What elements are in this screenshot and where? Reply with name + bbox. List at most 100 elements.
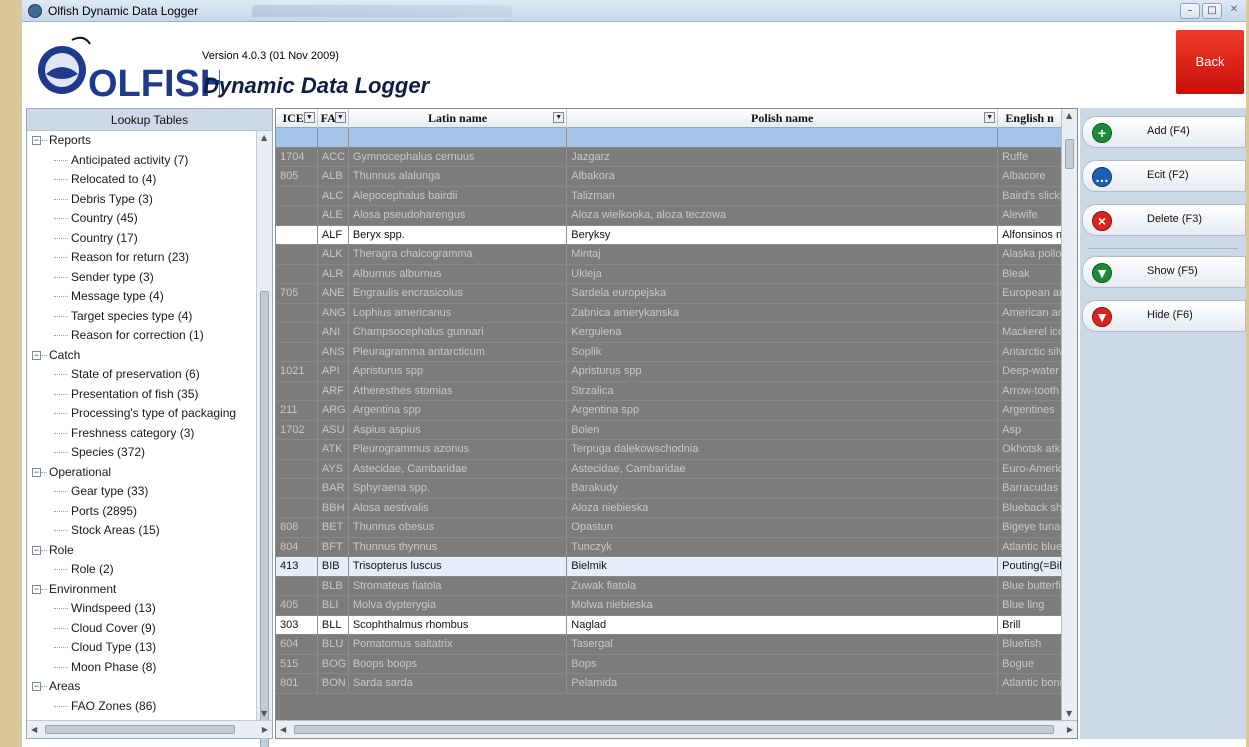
table-row[interactable]: 211 ARG Argentina spp Argentina spp Argentin… — [276, 401, 1061, 421]
show-button[interactable]: ▼ Show (F5) — [1082, 256, 1246, 288]
filter-dropdown-icon[interactable]: ▼ — [303, 112, 315, 123]
scroll-right-icon[interactable]: ▶ — [1067, 725, 1073, 734]
table-row[interactable]: ARF Atheresthes stomias Strzalica Arrow-too… — [276, 381, 1061, 401]
close-icon[interactable]: ✕ — [1224, 3, 1244, 19]
tree-item[interactable]: Relocated to (4) — [27, 170, 256, 190]
tree-group-environment[interactable]: − Environment — [27, 580, 256, 600]
tree-vscroll-thumb[interactable] — [260, 291, 269, 747]
table-row[interactable]: AYS Astecidae, Cambaridae Astecidae, Camba… — [276, 459, 1061, 479]
tree-item[interactable]: FAO Zones (86) — [27, 697, 256, 717]
table-row[interactable]: 515 BOG Boops boops Bops Bogue — [276, 654, 1061, 674]
tree-item[interactable]: Moon Phase (8) — [27, 658, 256, 678]
table-row[interactable]: 705 ANE Engraulis encrasicolus Sardela euro… — [276, 284, 1061, 304]
table-row[interactable]: ALK Theragra chalcogramma Mintaj Alaska pol… — [276, 245, 1061, 265]
tree-item[interactable]: Role (2) — [27, 560, 256, 580]
scroll-left-icon[interactable]: ◀ — [280, 725, 286, 734]
table-row[interactable]: ATK Pleurogrammus azonus Terpuga dalekowsc… — [276, 440, 1061, 460]
table-row[interactable]: ANG Lophius americanus Zabnica amerykanska… — [276, 303, 1061, 323]
table-row[interactable]: 1021 API Apristurus spp Apristurus spp Deep-… — [276, 362, 1061, 382]
table-row[interactable]: BLB Stromateus fiatola Zuwak fiatola Blue b… — [276, 576, 1061, 596]
scroll-left-icon[interactable]: ◀ — [31, 725, 37, 734]
tree-item[interactable]: Processing's type of packaging — [27, 404, 256, 424]
tree-vertical-scrollbar[interactable]: ▲ ▼ — [256, 131, 272, 747]
tree-item[interactable]: Anticipated activity (7) — [27, 151, 256, 171]
tree-item[interactable]: Country (45) — [27, 209, 256, 229]
tree-group-role[interactable]: − Role — [27, 541, 256, 561]
table-row[interactable]: ANI Champsocephalus gunnari Kergulena Macke… — [276, 323, 1061, 343]
scroll-down-icon[interactable]: ▼ — [261, 709, 267, 718]
tree-item[interactable]: Windspeed (13) — [27, 599, 256, 619]
filter-dropdown-icon[interactable]: ▼ — [984, 112, 996, 123]
tree-item[interactable]: Reason for correction (1) — [27, 326, 256, 346]
delete-button[interactable]: × Delete (F3) — [1082, 204, 1246, 236]
table-row[interactable]: BARSphyraena spp.BarakudyBarracudas nei — [276, 479, 1061, 499]
scroll-up-icon[interactable]: ▲ — [1066, 111, 1072, 120]
table-row[interactable]: BBH Alosa aestivalis Aloza niebieska Blueba… — [276, 498, 1061, 518]
back-button[interactable]: Back — [1176, 30, 1244, 94]
tree-item[interactable]: Cloud Type (13) — [27, 638, 256, 658]
table-row[interactable]: 303 BLL Scophthalmus rhombus Naglad Brill — [276, 615, 1061, 635]
table-row[interactable]: 804 BFT Thunnus thynnus Tunczyk Atlantic blu… — [276, 537, 1061, 557]
collapse-icon[interactable]: − — [32, 545, 41, 555]
table-row[interactable]: ALR Alburnus alburnus Ukleja Bleak — [276, 264, 1061, 284]
tree-hscroll-thumb[interactable] — [45, 725, 235, 734]
table-row[interactable]: 1704 ACC Gymnocephalus cernuus Jazgarz Ruffe — [276, 147, 1061, 167]
collapse-icon[interactable]: − — [32, 584, 41, 594]
collapse-icon[interactable]: − — [32, 350, 41, 360]
scroll-up-icon[interactable]: ▲ — [261, 133, 267, 142]
tree-item[interactable]: Country (17) — [27, 229, 256, 249]
column-header-ices[interactable]: ICES ▼ — [276, 109, 318, 128]
tree-group-areas[interactable]: − Areas — [27, 677, 256, 697]
table-row[interactable]: 801BONSarda sardaPelamidaAtlantic bonito — [276, 674, 1061, 694]
table-row[interactable]: ALFBeryx spp.BeryksyAlfonsinos nei — [276, 225, 1061, 245]
filter-dropdown-icon[interactable]: ▼ — [334, 112, 346, 123]
collapse-icon[interactable]: − — [32, 682, 41, 691]
tree-item[interactable]: Species (372) — [27, 443, 256, 463]
table-row[interactable]: 405 BLI Molva dypterygia Molwa niebieska Blu… — [276, 596, 1061, 616]
grid-vertical-scrollbar[interactable]: ▲ ▼ — [1061, 109, 1077, 720]
minimize-icon[interactable]: – — [1180, 3, 1200, 19]
column-header-english[interactable]: English n — [998, 109, 1061, 128]
tree-item[interactable]: Debris Type (3) — [27, 190, 256, 210]
scroll-down-icon[interactable]: ▼ — [1066, 709, 1072, 718]
scroll-right-icon[interactable]: ▶ — [262, 725, 268, 734]
table-row[interactable]: 1702 ASU Aspius aspius Bolen Asp — [276, 420, 1061, 440]
tree-item[interactable]: Freshness category (3) — [27, 424, 256, 444]
add-button[interactable]: + Add (F4) — [1082, 116, 1246, 148]
ecit-button[interactable]: … Ecit (F2) — [1082, 160, 1246, 192]
hide-button[interactable]: ▼ Hide (F6) — [1082, 300, 1246, 332]
table-row[interactable]: ANS Pleuragramma antarcticum Soplik Antarct… — [276, 342, 1061, 362]
table-row[interactable]: 413 BIB Trisopterus luscus Bielmik Pouting(=… — [276, 557, 1061, 577]
collapse-icon[interactable]: − — [32, 136, 41, 145]
grid-vscroll-thumb[interactable] — [1065, 139, 1074, 169]
table-row[interactable]: 805 ALB Thunnus alalunga Albakora Albacore — [276, 167, 1061, 187]
tree-group-operational[interactable]: − Operational — [27, 463, 256, 483]
table-row[interactable] — [276, 128, 1061, 148]
table-row[interactable]: ALC Alepocephalus bairdii Talizman Baird's … — [276, 186, 1061, 206]
tree-horizontal-scrollbar[interactable]: ◀ ▶ — [27, 720, 272, 738]
filter-dropdown-icon[interactable]: ▼ — [553, 112, 565, 123]
tree-item[interactable]: Message type (4) — [27, 287, 256, 307]
tree-group-reports[interactable]: − Reports — [27, 131, 256, 151]
tree-item[interactable]: Reason for return (23) — [27, 248, 256, 268]
tree-item[interactable]: Stock Areas (15) — [27, 521, 256, 541]
maximize-icon[interactable]: □ — [1202, 3, 1222, 19]
tree-group-catch[interactable]: − Catch — [27, 346, 256, 366]
table-row[interactable]: ALE Alosa pseudoharengus Aloza wielkooka, … — [276, 206, 1061, 226]
collapse-icon[interactable]: − — [32, 467, 41, 477]
tree-item[interactable]: Sender type (3) — [27, 268, 256, 288]
table-row[interactable]: 808 BET Thunnus obesus Opastun Bigeye tuna — [276, 518, 1061, 538]
grid-horizontal-scrollbar[interactable]: ◀ ▶ — [276, 720, 1077, 738]
column-header-fao[interactable]: FAO ▼ — [318, 109, 349, 128]
tree-item[interactable]: Target species type (4) — [27, 307, 256, 327]
tree-item[interactable]: Gear type (33) — [27, 482, 256, 502]
tree-item[interactable]: Ports (2895) — [27, 502, 256, 522]
column-header-latin[interactable]: Latin name ▼ — [349, 109, 568, 128]
tree-item[interactable]: Presentation of fish (35) — [27, 385, 256, 405]
column-header-polish[interactable]: Polish name ▼ — [567, 109, 999, 128]
grid-hscroll-thumb[interactable] — [294, 725, 1054, 734]
cell-polish: Bielmik — [567, 557, 999, 576]
tree-item[interactable]: Cloud Cover (9) — [27, 619, 256, 639]
tree-item[interactable]: State of preservation (6) — [27, 365, 256, 385]
table-row[interactable]: 604 BLU Pomatomus saltatrix Tasergal Bluefis… — [276, 635, 1061, 655]
